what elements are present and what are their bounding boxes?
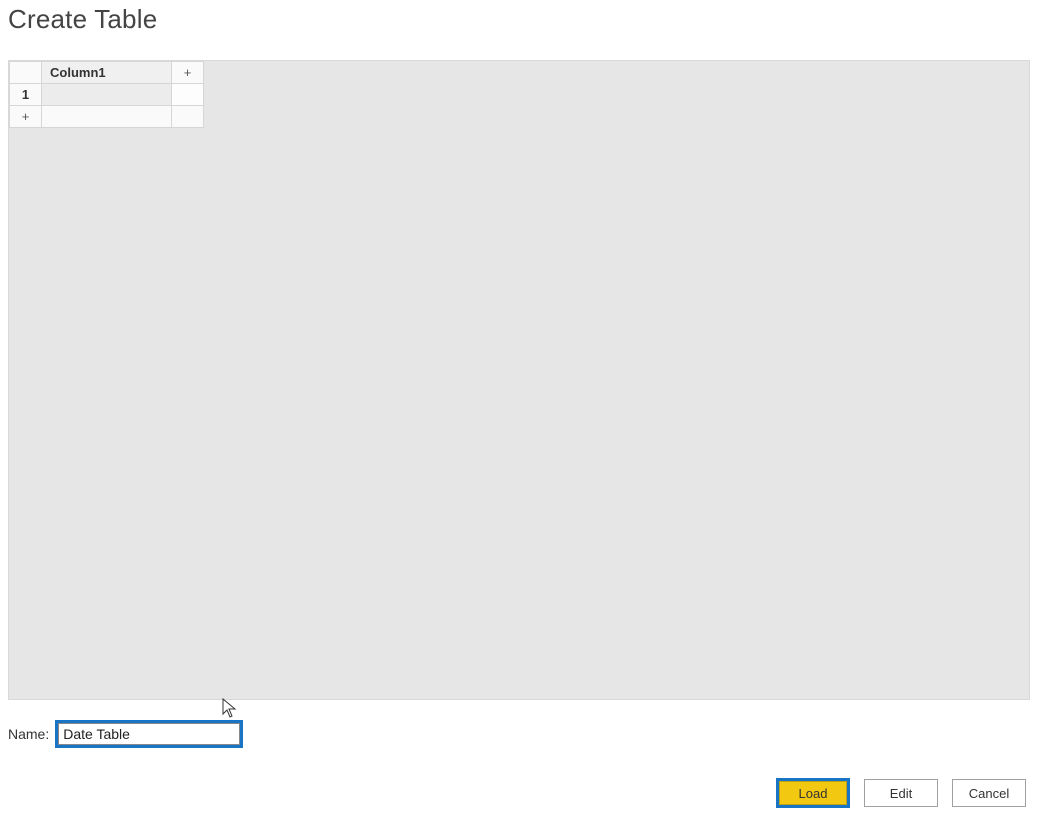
data-entry-table: Column1 + 1 + (9, 61, 204, 128)
row-number-cell: 1 (10, 84, 42, 106)
data-cell[interactable] (42, 84, 172, 106)
column-header-1[interactable]: Column1 (42, 62, 172, 84)
edit-button[interactable]: Edit (864, 779, 938, 807)
row-trailing-cell (172, 84, 204, 106)
cancel-button[interactable]: Cancel (952, 779, 1026, 807)
table-row: 1 (10, 84, 204, 106)
load-button[interactable]: Load (779, 781, 847, 805)
name-field-label: Name: (8, 726, 49, 742)
name-input[interactable] (58, 723, 240, 745)
name-field-row: Name: (8, 720, 243, 748)
add-row: + (10, 106, 204, 128)
load-button-highlight: Load (776, 778, 850, 808)
blank-trailing-cell (172, 106, 204, 128)
name-input-highlight (55, 720, 243, 748)
table-grid-area: Column1 + 1 + (8, 60, 1030, 700)
blank-cell (42, 106, 172, 128)
dialog-button-row: Load Edit Cancel (776, 778, 1026, 808)
page-title: Create Table (0, 0, 1038, 35)
table-corner-cell (10, 62, 42, 84)
add-column-button[interactable]: + (172, 62, 204, 84)
add-row-button[interactable]: + (10, 106, 42, 128)
